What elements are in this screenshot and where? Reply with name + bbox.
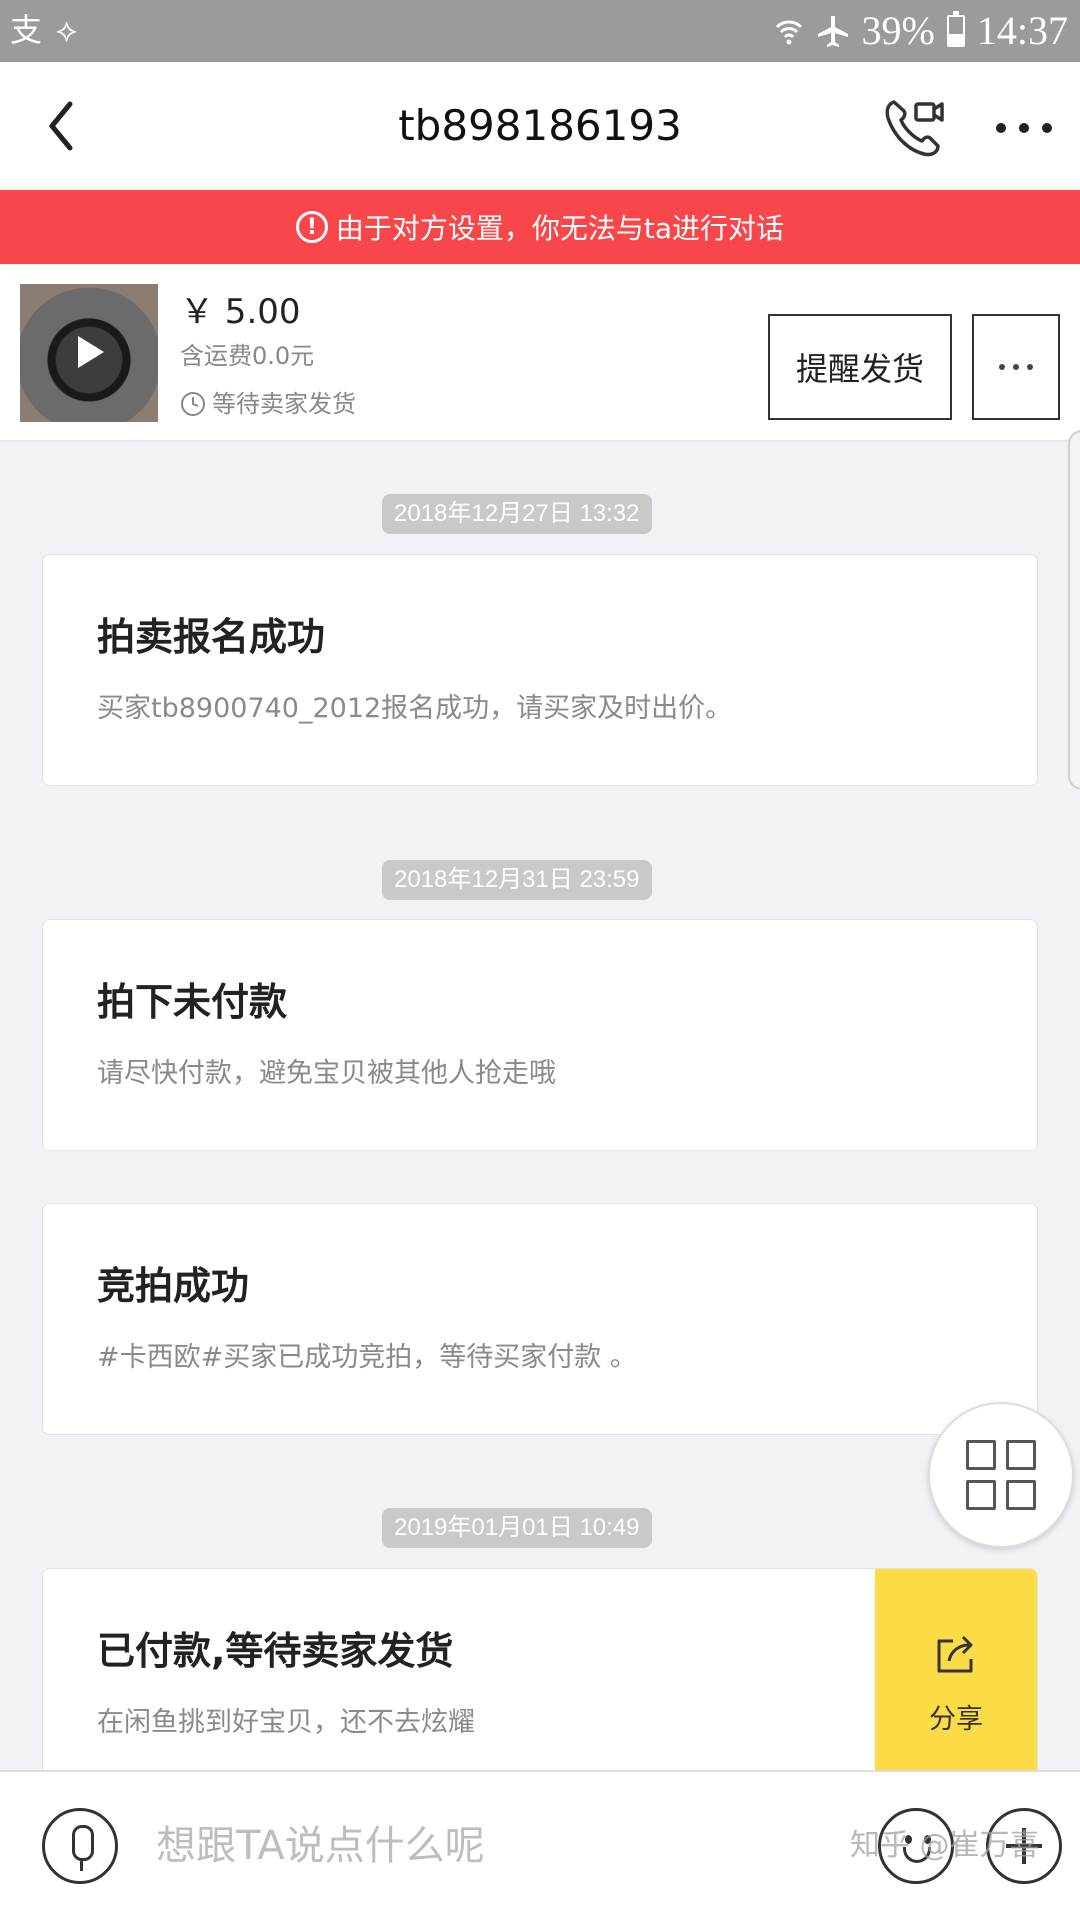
grid-cell [1006, 1480, 1036, 1510]
share-button[interactable]: 分享 [875, 1569, 1037, 1778]
message-input[interactable] [156, 1816, 836, 1876]
message-card[interactable]: 拍下未付款 请尽快付款，避免宝贝被其他人抢走哦 [42, 919, 1038, 1151]
dot [1013, 364, 1019, 370]
battery-percent: 39% [861, 8, 935, 53]
microphone-icon[interactable] [42, 1808, 118, 1884]
message-card[interactable]: 已付款,等待卖家发货 在闲鱼挑到好宝贝，还不去炫耀 分享 [42, 1568, 1038, 1778]
message-card[interactable]: 竞拍成功 #卡西欧#买家已成功竞拍，等待买家付款 。 [42, 1203, 1038, 1435]
alipay-icon: 支 [10, 11, 43, 49]
battery-icon [946, 11, 965, 47]
video-call-icon[interactable] [880, 92, 950, 162]
banner-text: 由于对方设置，你无法与ta进行对话 [335, 212, 785, 245]
remind-shipping-button[interactable]: 提醒发货 [768, 314, 952, 420]
order-status-text: 等待卖家发货 [212, 390, 356, 418]
dot [996, 123, 1006, 133]
grid-cell [1006, 1440, 1036, 1470]
message-card[interactable]: 拍卖报名成功 买家tb8900740_2012报名成功，请买家及时出价。 [42, 554, 1038, 786]
grid-cell [966, 1440, 996, 1470]
message-title: 拍卖报名成功 [97, 615, 326, 659]
message-desc: 请尽快付款，避免宝贝被其他人抢走哦 [97, 1058, 556, 1089]
blocked-warning-banner: ! 由于对方设置，你无法与ta进行对话 [0, 190, 1080, 264]
play-icon [78, 336, 104, 368]
more-dots-icon[interactable] [996, 120, 1052, 136]
message-desc: 买家tb8900740_2012报名成功，请买家及时出价。 [97, 693, 733, 724]
dot [1019, 123, 1029, 133]
product-bar: ￥ 5.00 含运费0.0元 等待卖家发货 提醒发货 [0, 264, 1080, 442]
status-right: 39% 14:37 [774, 8, 1068, 54]
status-left-icons: 支 ⟡ [10, 10, 77, 50]
watermark: 知乎 @崔万喜 [850, 1828, 1040, 1863]
product-thumbnail[interactable] [20, 284, 158, 422]
dot [999, 364, 1005, 370]
nav-bar: tb898186193 [0, 62, 1080, 190]
wifi-icon [775, 20, 802, 45]
dot [1042, 123, 1052, 133]
status-bar: 支 ⟡ 39% 14:37 [0, 0, 1080, 62]
message-timestamp: 2019年01月01日 10:49 [382, 1508, 652, 1548]
product-price: ￥ 5.00 [180, 292, 301, 332]
message-title: 拍下未付款 [97, 980, 288, 1024]
status-time: 14:37 [976, 8, 1068, 53]
order-status: 等待卖家发货 [180, 388, 356, 420]
message-title: 已付款,等待卖家发货 [97, 1629, 454, 1673]
side-drawer-handle[interactable] [1068, 430, 1080, 790]
message-title: 竞拍成功 [97, 1264, 250, 1308]
message-timestamp: 2018年12月31日 23:59 [382, 860, 652, 900]
airplane-mode-icon [817, 16, 848, 47]
message-timestamp: 2018年12月27日 13:32 [382, 494, 652, 534]
alert-icon: ! [295, 211, 328, 243]
dot [1027, 364, 1033, 370]
share-icon [937, 1635, 973, 1673]
message-desc: 在闲鱼挑到好宝贝，还不去炫耀 [97, 1707, 475, 1738]
grid-menu-button[interactable] [928, 1402, 1074, 1548]
product-more-button[interactable] [972, 314, 1060, 420]
grid-cell [966, 1480, 996, 1510]
share-label: 分享 [929, 1704, 983, 1735]
notification-icon: ⟡ [56, 11, 78, 49]
message-desc: #卡西欧#买家已成功竞拍，等待买家付款 。 [97, 1342, 637, 1373]
clock-icon [181, 392, 205, 416]
shipping-fee: 含运费0.0元 [180, 342, 315, 370]
